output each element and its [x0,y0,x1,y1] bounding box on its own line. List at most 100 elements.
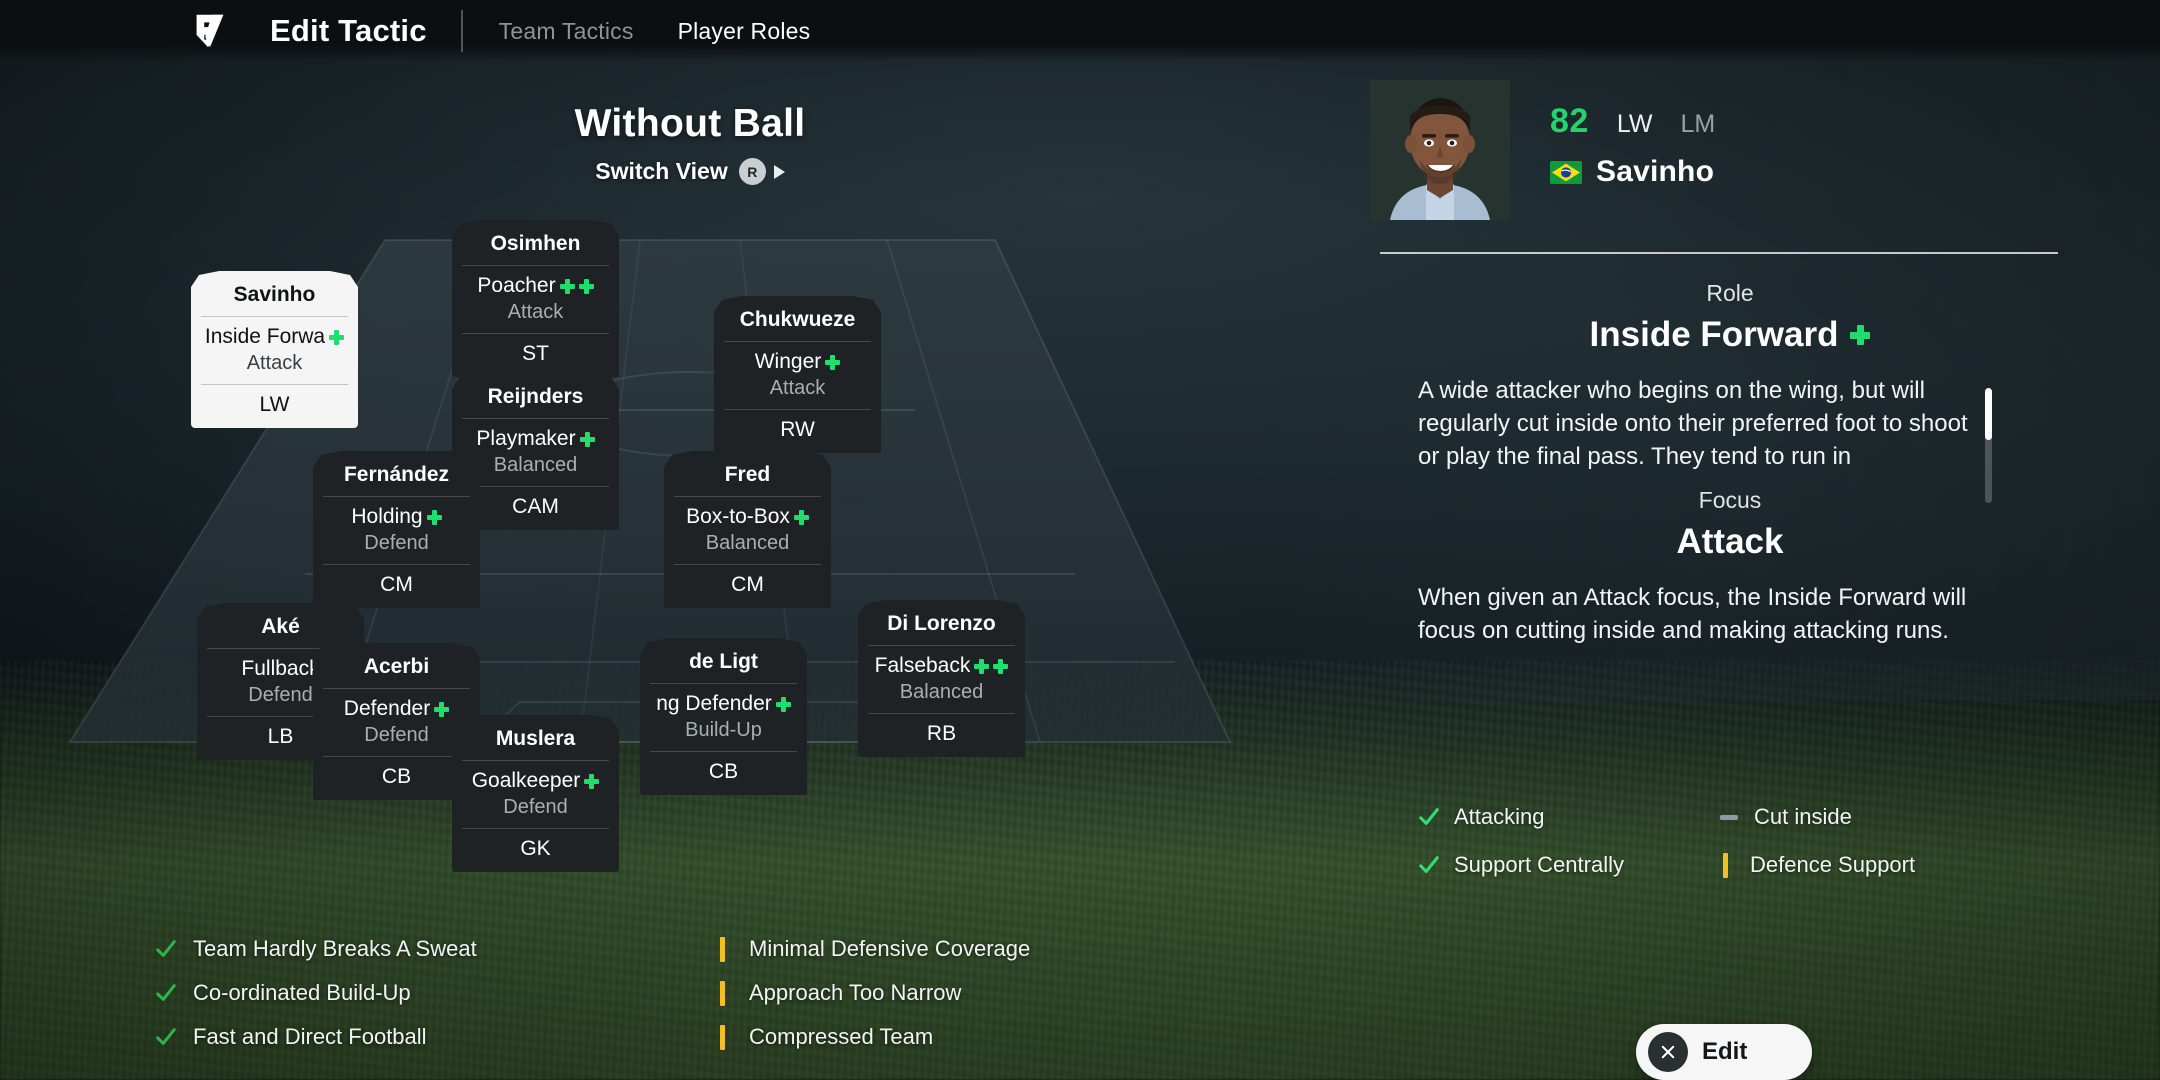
player-card-muslera[interactable]: Muslera Goalkeeper Defend GK [452,715,619,872]
role-plus-icon [559,278,575,294]
player-meta: 82 LW LM Savinho [1550,102,1715,189]
player-role-row: Playmaker [452,419,619,451]
player-card-chukwueze[interactable]: Chukwueze Winger Attack RW [714,296,881,453]
edit-button[interactable]: Edit [1636,1024,1812,1080]
player-name: Aké [261,615,300,638]
player-card-fernandez[interactable]: Fernández Holding Defend CM [313,451,480,608]
switch-view-label: Switch View [595,158,728,184]
player-role-row: ng Defender [640,684,807,716]
player-role: Falseback [874,654,971,677]
focus-description: When given an Attack focus, the Inside F… [1418,584,1967,644]
summary-label: Compressed Team [749,1024,934,1049]
role-kicker: Role [1706,280,1754,306]
check-icon [156,984,176,1001]
trait-label: Support Centrally [1454,852,1624,877]
tab-team-tactics[interactable]: Team Tactics [499,18,634,45]
check-icon [156,940,176,957]
player-name: Acerbi [363,655,430,678]
focus-value: Attack [1676,522,1784,561]
player-name: Savinho [1596,155,1715,188]
page-title: Edit Tactic [270,13,427,48]
player-card-savinho[interactable]: Savinho Inside Forwa Attack LW [191,271,358,428]
player-role: Fullback [241,657,320,680]
player-role: Goalkeeper [471,769,581,792]
header-divider [460,10,463,52]
player-position-secondary: LM [1680,110,1716,138]
role-section: Role Inside Forward A wide attacker who … [1380,280,2080,503]
check-icon [1419,856,1439,873]
player-position: GK [520,837,551,860]
role-plus-icon [426,509,442,525]
summary-label: Team Hardly Breaks A Sweat [193,936,477,961]
player-focus: Attack [246,352,303,374]
player-focus: Defend [503,796,568,818]
player-name-row: Savinho [1550,155,1715,189]
player-position-primary: LW [1616,110,1653,138]
summary-label: Approach Too Narrow [749,980,962,1005]
player-position: CB [708,760,739,783]
role-plus-icon [775,696,791,712]
player-role: Winger [754,350,822,373]
player-card-di-lorenzo[interactable]: Di Lorenzo Falseback Balanced RB [858,600,1025,757]
role-description-scrollbar[interactable] [1985,388,1992,503]
player-rating: 82 [1550,102,1589,140]
panel-divider [1380,252,2058,254]
role-plus-icon [584,773,600,789]
summary-item: Minimal Defensive Coverage [715,936,1235,962]
view-title: Without Ball [574,102,806,145]
player-role: Box-to-Box [686,505,790,528]
role-plus-icon [1850,325,1871,345]
ea-fc-logo-icon [186,7,234,55]
player-role: ng Defender [656,692,772,715]
trait-label: Attacking [1454,804,1545,829]
trait-item: Support Centrally [1418,852,1718,878]
player-role: Poacher [477,274,556,297]
player-position: RW [780,418,815,441]
role-plus-icon [579,431,595,447]
player-role-row: Falseback [858,646,1025,678]
role-plus-icon [329,329,345,345]
brazil-flag-icon [1550,160,1582,184]
scrollbar-thumb[interactable] [1985,388,1992,440]
player-name: Chukwueze [739,308,856,331]
trait-item: Defence Support [1718,852,2018,878]
player-role: Holding [351,505,423,528]
role-plus-icon [578,278,594,294]
r-button-icon: R [738,158,766,185]
player-position: CM [380,573,413,596]
pitch-area: Without Ball Switch View R Osimhen Poach… [0,62,1380,962]
player-card-osimhen[interactable]: Osimhen Poacher Attack ST [452,220,619,377]
player-role-row: Box-to-Box [664,497,831,529]
tactic-summary-list: Team Hardly Breaks A Sweat Minimal Defen… [155,936,1235,1050]
focus-kicker: Focus [1698,487,1762,513]
app-header: Edit Tactic Team Tactics Player Roles [0,0,2160,62]
edit-button-label: Edit [1702,1038,1748,1065]
player-name: Fernández [343,463,450,486]
summary-label: Co-ordinated Build-Up [193,980,411,1005]
player-detail-panel: 82 LW LM Savinho Role Inside Forward A w… [1370,62,2160,1080]
switch-view-button[interactable]: Switch View R [595,158,785,185]
player-name: Savinho [233,283,316,306]
tab-player-roles[interactable]: Player Roles [678,18,811,45]
check-icon [156,1028,176,1045]
player-card-de-ligt[interactable]: de Ligt ng Defender Build-Up CB [640,638,807,795]
player-name: Reijnders [487,385,584,408]
role-plus-icon [434,701,450,717]
warning-bar-icon [720,936,725,962]
player-card-fred[interactable]: Fred Box-to-Box Balanced CM [664,451,831,608]
player-position: LW [259,393,290,416]
player-role: Inside Forwa [204,325,326,348]
header-tabs: Team Tactics Player Roles [499,18,811,45]
player-portrait [1370,80,1510,220]
player-role: Defender [343,697,431,720]
player-rating-row: 82 LW LM [1550,102,1715,141]
player-focus: Attack [769,377,826,399]
summary-item: Team Hardly Breaks A Sweat [155,936,715,962]
role-value: Inside Forward [1589,315,1839,354]
player-position: ST [522,342,549,365]
focus-value-row: Attack [1380,522,2080,562]
player-name: Osimhen [490,232,581,255]
player-role-row: Inside Forwa [191,317,358,349]
warning-bar-icon [1723,852,1728,878]
player-position: CM [731,573,764,596]
